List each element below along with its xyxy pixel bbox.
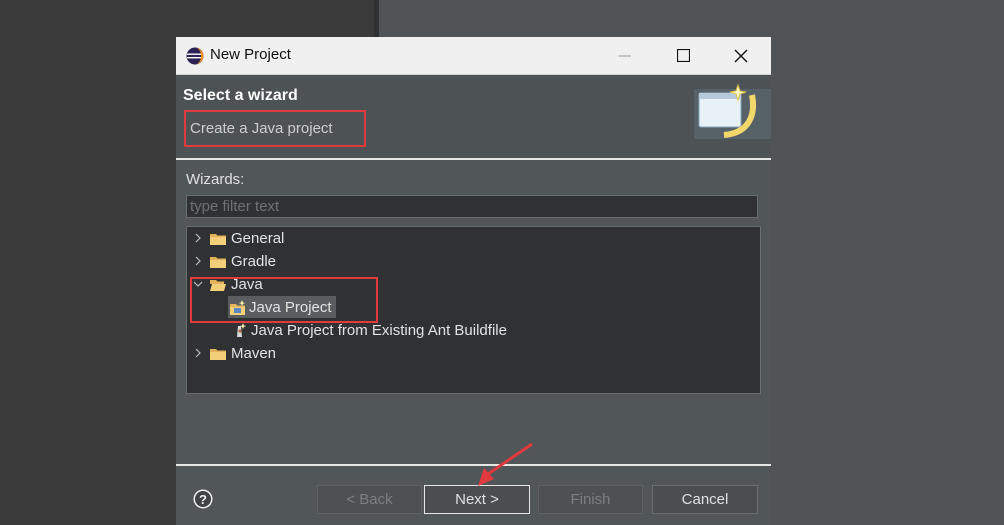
wizard-banner-icon xyxy=(694,83,771,139)
tree-item-label: General xyxy=(231,229,285,247)
title-bar[interactable]: New Project xyxy=(176,37,771,75)
finish-button[interactable]: Finish xyxy=(538,485,643,514)
folder-icon xyxy=(210,233,226,245)
minimize-icon xyxy=(619,55,631,56)
filter-input[interactable] xyxy=(187,196,757,217)
filter-field[interactable] xyxy=(186,195,758,218)
back-button[interactable]: < Back xyxy=(317,485,422,514)
highlight-box-description xyxy=(184,110,366,147)
cancel-button[interactable]: Cancel xyxy=(652,485,758,514)
chevron-right-icon[interactable] xyxy=(193,348,203,358)
maximize-button[interactable] xyxy=(654,37,712,74)
new-project-dialog: New Project Select a wizard Create a Jav… xyxy=(176,37,771,525)
svg-text:?: ? xyxy=(199,492,207,507)
tree-item-gradle[interactable]: Gradle xyxy=(210,250,276,272)
ant-buildfile-icon xyxy=(237,322,247,337)
tree-item-maven[interactable]: Maven xyxy=(210,342,276,364)
folder-icon xyxy=(210,348,226,360)
close-icon xyxy=(734,49,748,62)
help-icon[interactable]: ? xyxy=(193,489,213,509)
tree-item-label: Gradle xyxy=(231,252,277,270)
maximize-icon xyxy=(676,49,690,62)
folder-icon xyxy=(210,256,226,268)
header-separator xyxy=(176,158,771,160)
tree-item-label: Java Project from Existing Ant Buildfile xyxy=(251,321,507,339)
wizard-header: Select a wizard Create a Java project xyxy=(176,75,771,159)
highlight-box-java-project xyxy=(190,277,378,323)
tree-item-general[interactable]: General xyxy=(210,227,284,249)
chevron-right-icon[interactable] xyxy=(193,256,203,266)
annotation-arrow xyxy=(478,442,533,486)
header-title: Select a wizard xyxy=(183,87,298,104)
minimize-button[interactable] xyxy=(596,37,654,74)
close-button[interactable] xyxy=(712,37,770,74)
eclipse-icon xyxy=(186,47,204,65)
tree-item-label: Maven xyxy=(231,344,277,362)
dialog-title: New Project xyxy=(210,46,291,63)
wizards-label: Wizards: xyxy=(186,171,245,188)
chevron-right-icon[interactable] xyxy=(193,233,203,243)
